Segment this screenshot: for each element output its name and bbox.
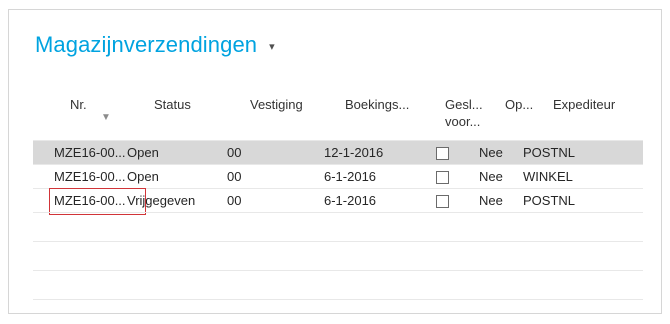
- cell-op: Nee: [479, 193, 503, 208]
- list-page-frame: Magazijnverzendingen ▾ Nr. ▼ Status Vest…: [8, 9, 662, 314]
- cell-vestiging: 00: [227, 169, 242, 184]
- cell-status: Open: [127, 145, 159, 160]
- shipments-grid: Nr. ▼ Status Vestiging Boekings... Gesl.…: [33, 92, 643, 300]
- cell-expediteur: WINKEL: [523, 169, 573, 184]
- column-header-op[interactable]: Op...: [505, 96, 533, 113]
- cell-op: Nee: [479, 145, 503, 160]
- cell-vestiging: 00: [227, 193, 242, 208]
- table-row[interactable]: MZE16-00... Vrijgegeven 00 6-1-2016 Nee …: [33, 188, 643, 215]
- table-row[interactable]: MZE16-00... Open 00 6-1-2016 Nee WINKEL: [33, 164, 643, 188]
- cell-op: Nee: [479, 169, 503, 184]
- gesloten-checkbox[interactable]: [436, 195, 449, 208]
- cell-boekingsdatum: 6-1-2016: [324, 169, 377, 184]
- empty-row: [33, 241, 643, 270]
- column-header-gesloten[interactable]: Gesl... voor...: [445, 96, 483, 130]
- cell-boekingsdatum: 12-1-2016: [324, 145, 384, 160]
- column-header-status[interactable]: Status: [154, 96, 191, 113]
- column-header-expediteur[interactable]: Expediteur: [553, 96, 615, 113]
- column-header-vestiging[interactable]: Vestiging: [250, 96, 303, 113]
- cell-nr[interactable]: MZE16-00...: [54, 145, 126, 161]
- cell-status: Vrijgegeven: [127, 193, 196, 208]
- cell-boekingsdatum: 6-1-2016: [324, 193, 377, 208]
- column-header-gesloten-line2: voor...: [445, 114, 481, 129]
- cell-nr[interactable]: MZE16-00...: [54, 169, 126, 185]
- cell-vestiging: 00: [227, 145, 242, 160]
- page-header: Magazijnverzendingen ▾: [35, 32, 275, 58]
- column-header-nr[interactable]: Nr.: [70, 96, 87, 113]
- sort-descending-icon: ▼: [101, 112, 111, 123]
- column-header-boekingsdatum[interactable]: Boekings...: [345, 96, 409, 113]
- table-row[interactable]: MZE16-00... Open 00 12-1-2016 Nee POSTNL: [33, 140, 643, 164]
- grid-bottom-divider: [33, 299, 643, 300]
- column-header-gesloten-line1: Gesl...: [445, 97, 483, 112]
- gesloten-checkbox[interactable]: [436, 171, 449, 184]
- cell-nr[interactable]: MZE16-00...: [54, 193, 126, 209]
- empty-row: [33, 212, 643, 241]
- cell-expediteur: POSTNL: [523, 145, 576, 160]
- page-title: Magazijnverzendingen: [35, 32, 258, 57]
- cell-status: Open: [127, 169, 159, 184]
- empty-row: [33, 270, 643, 299]
- chevron-down-icon[interactable]: ▾: [269, 40, 275, 53]
- grid-header: Nr. ▼ Status Vestiging Boekings... Gesl.…: [33, 92, 643, 140]
- cell-expediteur: POSTNL: [523, 193, 576, 208]
- gesloten-checkbox[interactable]: [436, 147, 449, 160]
